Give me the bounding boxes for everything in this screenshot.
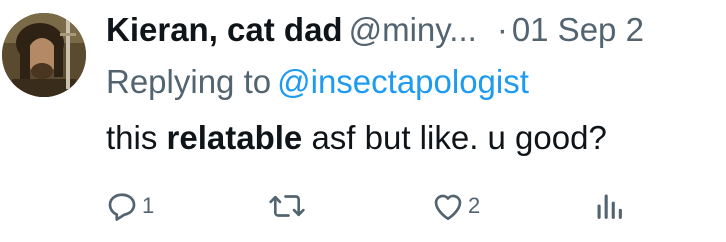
- replying-to: Replying to @insectapologist: [106, 60, 529, 104]
- tweet-text-end: asf but like. u good?: [302, 119, 607, 156]
- tweet-date[interactable]: 01 Sep 2: [512, 11, 644, 48]
- retweet-button[interactable]: [268, 186, 308, 226]
- tweet-header: Kieran, cat dad @miny... · 01 Sep 2: [106, 8, 644, 52]
- avatar-image: [2, 13, 86, 97]
- like-count: 2: [468, 193, 481, 218]
- tweet: Kieran, cat dad @miny... · 01 Sep 2 Replyin…: [0, 0, 726, 242]
- author-handle[interactable]: @miny...: [349, 11, 477, 48]
- like-icon: [434, 194, 462, 221]
- author-name[interactable]: Kieran, cat dad: [106, 11, 343, 48]
- mention-link[interactable]: @insectapologist: [277, 63, 529, 100]
- like-button[interactable]: 2: [430, 186, 480, 226]
- tweet-text-bold: relatable: [166, 119, 303, 156]
- tweet-text: this relatable asf but like. u good?: [106, 114, 607, 162]
- separator-dot: ·: [496, 11, 508, 48]
- reply-count: 1: [142, 193, 155, 218]
- avatar[interactable]: [2, 13, 86, 97]
- tweet-text-start: this: [106, 119, 167, 156]
- action-bar: 1 2: [104, 186, 724, 226]
- reply-icon: [108, 193, 136, 221]
- reply-button[interactable]: 1: [104, 186, 154, 226]
- replying-to-label: Replying to: [106, 63, 272, 100]
- views-button[interactable]: [592, 186, 626, 226]
- retweet-icon: [269, 195, 305, 217]
- views-icon: [597, 194, 622, 219]
